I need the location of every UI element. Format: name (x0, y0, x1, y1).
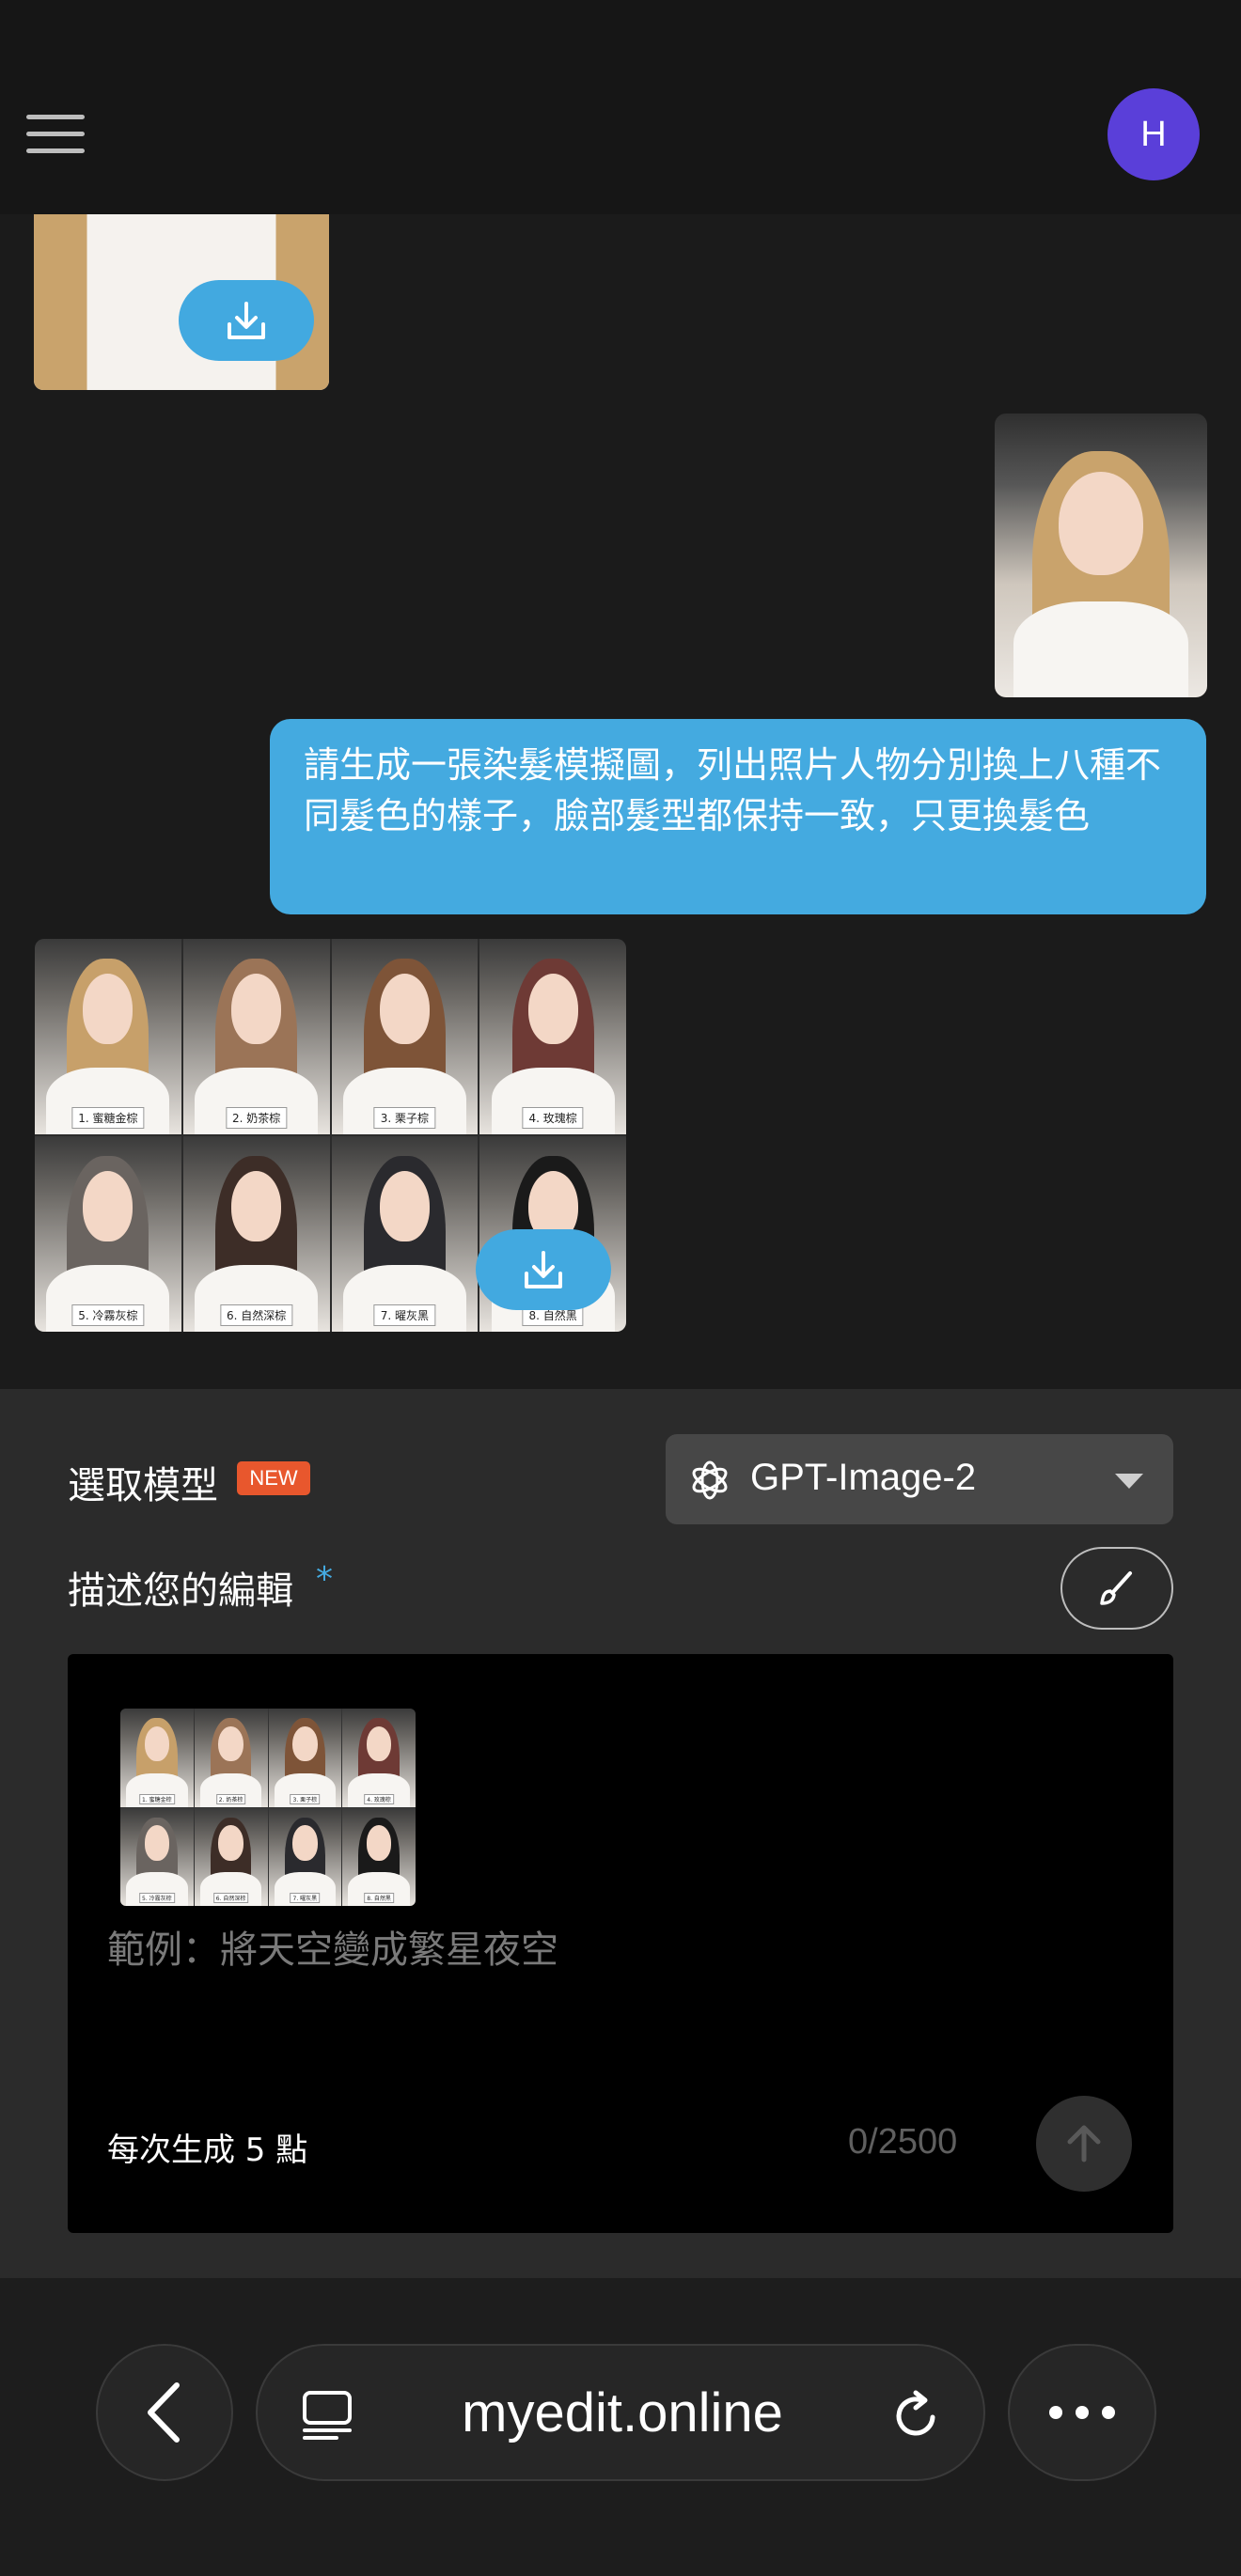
hair-color-label: 5. 冷霧灰棕 (71, 1304, 145, 1326)
dot (1102, 2406, 1115, 2419)
hair-color-label: 4. 玫瑰棕 (364, 1793, 394, 1804)
dot (1076, 2406, 1089, 2419)
face (231, 1171, 282, 1242)
face (527, 974, 578, 1045)
result-grid-cell: 4. 玫瑰棕 (342, 1709, 416, 1807)
avatar[interactable]: H (1107, 88, 1200, 180)
face (83, 1171, 134, 1242)
face (218, 1725, 243, 1762)
send-button[interactable] (1036, 2096, 1132, 2192)
result-grid-cell: 2. 奶茶棕 (194, 1709, 268, 1807)
face (292, 1825, 318, 1861)
edit-prompt-box[interactable]: 1. 蜜糖金棕 2. 奶茶棕 3. 栗子棕 4. 玫瑰棕 5. 冷霧灰棕 6. 自然深棕 7… (68, 1654, 1173, 2233)
hair-color-label: 4. 玫瑰棕 (522, 1107, 584, 1129)
chat-area[interactable]: 請生成一張染髮模擬圖，列出照片人物分別換上八種不同髮色的樣子，臉部髮型都保持一致… (0, 205, 1241, 1389)
face (144, 1725, 170, 1762)
attached-image-thumbnail[interactable]: 1. 蜜糖金棕 2. 奶茶棕 3. 栗子棕 4. 玫瑰棕 5. 冷霧灰棕 6. 自然深棕 7… (120, 1709, 416, 1906)
result-grid-cell: 7. 曜灰黑 (268, 1807, 342, 1906)
face (231, 974, 282, 1045)
char-counter: 0/2500 (848, 2122, 958, 2162)
face (83, 974, 134, 1045)
result-grid-cell: 3. 栗子棕 (331, 939, 479, 1134)
hair-color-label: 3. 栗子棕 (290, 1793, 321, 1804)
reload-icon[interactable] (888, 2387, 944, 2443)
chevron-left-icon (148, 2382, 180, 2443)
new-badge: NEW (237, 1461, 310, 1495)
required-mark: * (316, 1560, 333, 1599)
model-select[interactable]: GPT-Image-2 (666, 1434, 1173, 1524)
download-button[interactable] (476, 1229, 611, 1310)
hair-color-label: 6. 自然深棕 (219, 1304, 293, 1326)
model-name: GPT-Image-2 (750, 1457, 977, 1498)
hair-color-label: 1. 蜜糖金棕 (139, 1793, 175, 1804)
face (379, 1171, 430, 1242)
face (379, 974, 430, 1045)
hair-color-label: 1. 蜜糖金棕 (71, 1107, 145, 1129)
points-info: 每次生成 5 點 (107, 2131, 308, 2169)
hair-color-label: 8. 自然黑 (364, 1893, 394, 1903)
face (292, 1725, 318, 1762)
face (218, 1825, 243, 1861)
result-grid-cell: 4. 玫瑰棕 (479, 939, 626, 1134)
hair-color-label: 2. 奶茶棕 (225, 1107, 288, 1129)
result-grid-cell: 1. 蜜糖金棕 (35, 939, 181, 1134)
download-icon (228, 302, 265, 339)
describe-label: 描述您的編輯 (68, 1569, 293, 1613)
download-button[interactable] (179, 280, 314, 361)
result-grid-cell: 1. 蜜糖金棕 (120, 1709, 194, 1807)
user-message-bubble: 請生成一張染髮模擬圖，列出照片人物分別換上八種不同髮色的樣子，臉部髮型都保持一致… (270, 719, 1206, 914)
hair-color-label: 3. 栗子棕 (373, 1107, 436, 1129)
browser-toolbar: myedit.online (0, 2278, 1241, 2576)
app-header: H (0, 0, 1241, 214)
face (144, 1825, 170, 1861)
result-grid-cell: 5. 冷霧灰棕 (35, 1136, 181, 1332)
uploaded-photo[interactable] (995, 414, 1207, 697)
brush-button[interactable] (1060, 1547, 1173, 1630)
hamburger-menu-icon[interactable] (26, 115, 86, 154)
more-options-button[interactable] (1008, 2344, 1156, 2481)
openai-icon (692, 1460, 728, 1500)
chevron-down-icon (1115, 1474, 1143, 1489)
face (366, 1825, 392, 1861)
result-grid-cell: 5. 冷霧灰棕 (120, 1807, 194, 1906)
result-grid-cell: 6. 自然深棕 (182, 1136, 330, 1332)
address-bar[interactable]: myedit.online (256, 2344, 985, 2481)
hair-color-label: 6. 自然深棕 (212, 1893, 249, 1903)
edit-panel: 選取模型 NEW GPT-Image-2 描述您的編輯 * 1. 蜜糖金棕 2. … (0, 1389, 1241, 2278)
arrow-up-icon (1067, 2125, 1101, 2162)
back-button[interactable] (96, 2344, 233, 2481)
result-grid-cell: 3. 栗子棕 (268, 1709, 342, 1807)
prompt-input[interactable]: 範例：將天空變成繁星夜空 (107, 1919, 558, 1974)
url-text: myedit.online (462, 2382, 783, 2443)
previous-result-image[interactable] (34, 205, 329, 390)
result-grid-cell: 7. 曜灰黑 (331, 1136, 479, 1332)
result-grid-cell: 2. 奶茶棕 (182, 939, 330, 1134)
face (366, 1725, 392, 1762)
dot (1049, 2406, 1062, 2419)
result-grid-cell: 6. 自然深棕 (194, 1807, 268, 1906)
page: 請生成一張染髮模擬圖，列出照片人物分別換上八種不同髮色的樣子，臉部髮型都保持一致… (0, 0, 1241, 2576)
hair-color-label: 7. 曜灰黑 (290, 1893, 321, 1903)
result-grid-cell: 8. 自然黑 (342, 1807, 416, 1906)
hair-color-label: 7. 曜灰黑 (373, 1304, 436, 1326)
hair-color-label: 5. 冷霧灰棕 (139, 1893, 175, 1903)
hair-color-label: 2. 奶茶棕 (215, 1793, 246, 1804)
download-icon (525, 1251, 562, 1288)
model-label: 選取模型 (68, 1464, 218, 1507)
brush-icon (1100, 1571, 1132, 1605)
